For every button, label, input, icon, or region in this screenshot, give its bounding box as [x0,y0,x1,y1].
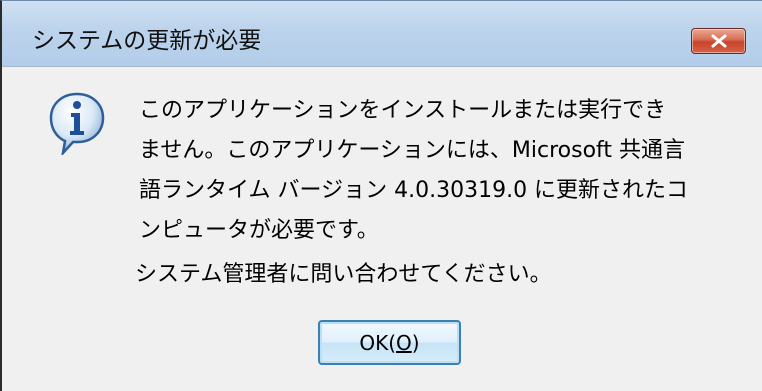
ok-button[interactable]: OK(O) [318,320,461,365]
ok-label-suffix: ) [411,330,420,355]
window-title: システムの更新が必要 [32,28,262,54]
ok-label-prefix: OK( [359,330,397,355]
ok-accelerator-key: O [396,330,412,355]
message-text: このアプリケーションをインストールまたは実行でき ません。このアプリケーションに… [139,91,749,251]
message-line: 語ランタイム バージョン 4.0.30319.0 に更新されたコ [139,178,689,203]
info-icon [49,92,105,155]
dialog-window: システムの更新が必要 このアプリケーションをインストールまたは実行でき ません。… [0,0,762,391]
close-button[interactable] [691,28,746,54]
message-line: ンピュータが必要です。 [139,218,379,243]
message-line: ません。このアプリケーションには、Microsoft 共通言 [139,138,686,163]
close-icon [711,34,727,48]
message-line: このアプリケーションをインストールまたは実行でき [139,98,667,123]
contact-admin-text: システム管理者に問い合わせてください。 [135,262,552,287]
dialog-body: このアプリケーションをインストールまたは実行でき ません。このアプリケーションに… [2,66,762,391]
title-bar[interactable]: システムの更新が必要 [2,1,762,66]
